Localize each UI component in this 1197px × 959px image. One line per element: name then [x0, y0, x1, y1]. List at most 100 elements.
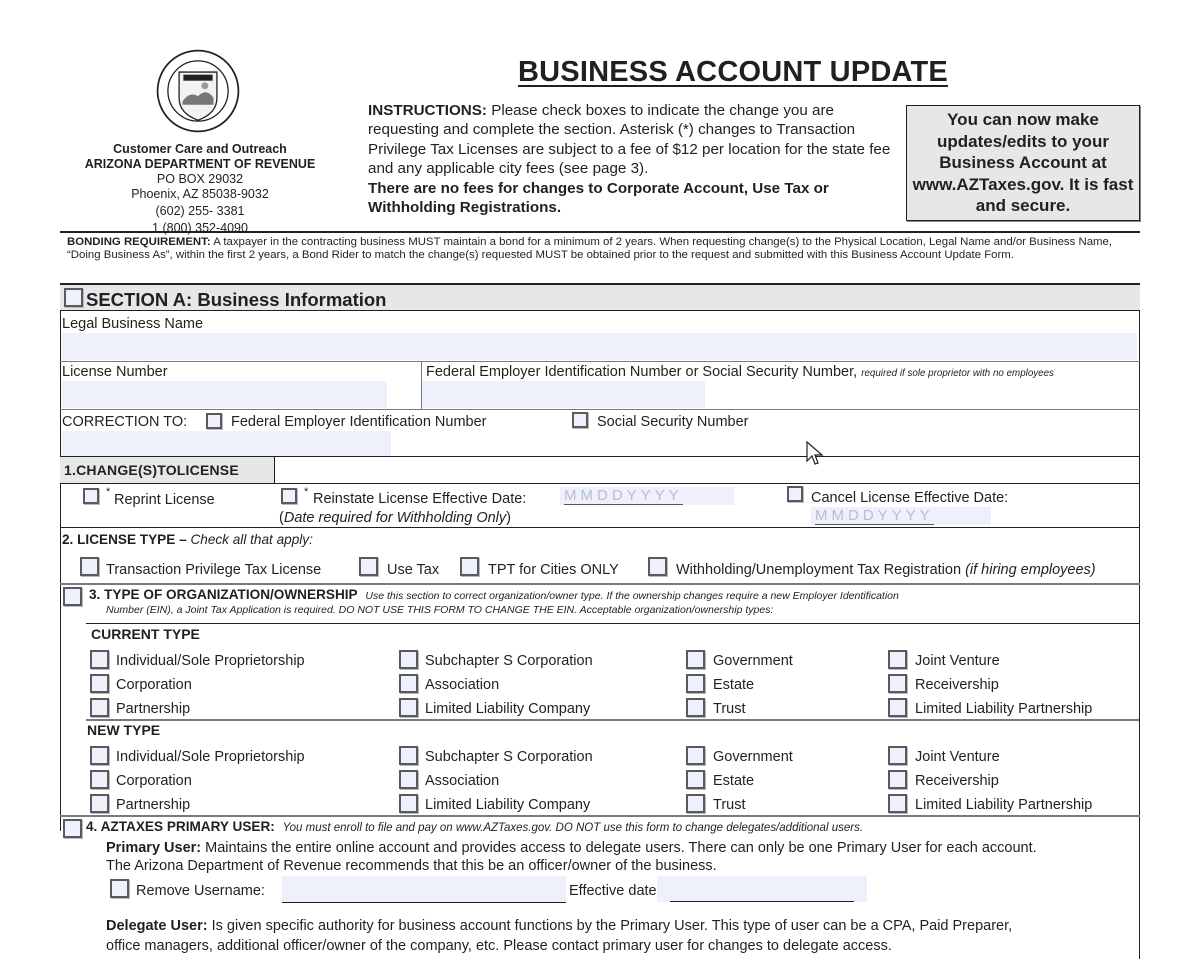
delegate-user-desc-line2: office managers, additional officer/owne…: [106, 938, 892, 954]
reinstate-asterisk: *: [304, 486, 309, 498]
current-type-checkbox[interactable]: [686, 650, 705, 669]
effective-date-input[interactable]: [670, 876, 854, 902]
license-type-heading: 2. LICENSE TYPE – Check all that apply:: [62, 532, 313, 547]
date-placeholder: MMDDYYYY: [815, 507, 934, 525]
delegate-user-text: Is given specific authority for business…: [207, 918, 1013, 934]
fein-ssn-label: Federal Employer Identification Number o…: [426, 364, 1054, 380]
org-name: ARIZONA DEPARTMENT OF REVENUE: [84, 157, 316, 171]
primary-user-label: Primary User:: [106, 840, 202, 856]
license-type-subtitle: Check all that apply:: [190, 532, 313, 547]
new-type-checkbox[interactable]: [399, 746, 418, 765]
change-license-header: 1.CHANGE(S)TOLICENSE: [60, 457, 275, 483]
change-license-title: 1.CHANGE(S)TOLICENSE: [64, 462, 239, 478]
current-type-checkbox[interactable]: [90, 674, 109, 693]
remove-username-label: Remove Username:: [136, 883, 265, 899]
current-type-label: Joint Venture: [915, 653, 1000, 669]
new-type-label: Trust: [713, 797, 746, 813]
new-type-label: Limited Liability Partnership: [915, 797, 1093, 813]
reprint-license-checkbox[interactable]: [83, 488, 99, 504]
new-type-checkbox[interactable]: [90, 746, 109, 765]
tpt-cities-checkbox[interactable]: [460, 557, 479, 576]
form-title: BUSINESS ACCOUNT UPDATE: [518, 56, 948, 88]
current-type-checkbox[interactable]: [90, 698, 109, 717]
current-type-label: CURRENT TYPE: [91, 626, 200, 642]
remove-username-checkbox[interactable]: [110, 879, 129, 898]
delegate-user-label: Delegate User:: [106, 918, 208, 934]
correction-to-label: CORRECTION TO:: [62, 414, 188, 430]
new-type-label: Subchapter S Corporation: [425, 749, 593, 765]
org-phone-local: (602) 255- 3381: [155, 204, 245, 218]
organization-section-checkbox[interactable]: [63, 587, 82, 606]
divider: [60, 409, 1140, 410]
primary-user-section-checkbox[interactable]: [63, 819, 82, 838]
primary-user-title: 4. AZTAXES PRIMARY USER:: [86, 819, 275, 834]
organization-heading: 3. TYPE OF ORGANIZATION/OWNERSHIP Use th…: [89, 587, 899, 602]
current-type-checkbox[interactable]: [399, 698, 418, 717]
tpt-license-checkbox[interactable]: [80, 557, 99, 576]
org-address-line2: Phoenix, AZ 85038-9032: [131, 187, 269, 201]
bonding-label: BONDING REQUIREMENT:: [67, 236, 211, 248]
new-type-checkbox[interactable]: [90, 770, 109, 789]
current-type-checkbox[interactable]: [888, 674, 907, 693]
current-type-checkbox[interactable]: [399, 674, 418, 693]
new-type-checkbox[interactable]: [90, 794, 109, 813]
correction-input[interactable]: [62, 431, 391, 456]
new-type-checkbox[interactable]: [686, 770, 705, 789]
correction-fein-checkbox[interactable]: [206, 413, 222, 429]
cancel-license-checkbox[interactable]: [787, 486, 803, 502]
current-type-label: Association: [425, 677, 500, 693]
license-type-title: 2. LICENSE TYPE –: [62, 532, 187, 547]
current-type-label: Limited Liability Partnership: [915, 701, 1093, 717]
correction-ssn-checkbox[interactable]: [572, 412, 588, 428]
new-type-checkbox[interactable]: [686, 746, 705, 765]
new-type-label: NEW TYPE: [87, 722, 161, 738]
section-a-checkbox[interactable]: [64, 288, 83, 307]
new-type-checkbox[interactable]: [399, 794, 418, 813]
current-type-checkbox[interactable]: [686, 674, 705, 693]
remove-username-input[interactable]: [282, 876, 566, 903]
bonding-text: A taxpayer in the contracting business M…: [67, 236, 1113, 261]
withholding-checkbox[interactable]: [648, 557, 667, 576]
new-type-checkbox[interactable]: [399, 770, 418, 789]
aztaxes-promo-box: You can now make updates/edits to your B…: [906, 105, 1140, 221]
new-type-checkbox[interactable]: [686, 794, 705, 813]
reinstate-date-input[interactable]: MMDDYYYY: [560, 487, 734, 505]
license-number-input[interactable]: [62, 381, 387, 408]
divider: [86, 623, 1139, 624]
paren-close: ): [506, 510, 512, 526]
primary-user-text: Maintains the entire online account and …: [201, 840, 1037, 856]
reprint-license-label: Reprint License: [114, 492, 215, 508]
cancel-license-label: Cancel License Effective Date:: [811, 490, 1009, 506]
new-type-label: Estate: [713, 773, 755, 789]
new-type-checkbox[interactable]: [888, 794, 907, 813]
legal-name-input[interactable]: [62, 333, 1137, 360]
cancel-date-input[interactable]: MMDDYYYY: [811, 507, 991, 525]
tpt-license-label: Transaction Privilege Tax License: [106, 562, 322, 578]
org-phone-tollfree: 1 (800) 352-4090: [152, 221, 248, 235]
primary-user-desc-line2: The Arizona Department of Revenue recomm…: [106, 858, 717, 874]
divider: [60, 527, 1140, 528]
new-type-label: Receivership: [915, 773, 999, 789]
tpt-cities-label: TPT for Cities ONLY: [488, 562, 619, 578]
current-type-checkbox[interactable]: [90, 650, 109, 669]
new-type-label: Association: [425, 773, 500, 789]
current-type-checkbox[interactable]: [888, 650, 907, 669]
use-tax-label: Use Tax: [387, 562, 440, 578]
new-type-checkbox[interactable]: [888, 746, 907, 765]
current-type-checkbox[interactable]: [686, 698, 705, 717]
new-type-checkbox[interactable]: [888, 770, 907, 789]
new-type-label: Joint Venture: [915, 749, 1000, 765]
reinstate-license-label: Reinstate License Effective Date:: [313, 491, 527, 507]
current-type-checkbox[interactable]: [888, 698, 907, 717]
license-number-label: License Number: [62, 364, 168, 380]
current-type-label: Trust: [713, 701, 746, 717]
fein-ssn-input[interactable]: [422, 381, 705, 408]
reinstate-license-checkbox[interactable]: [281, 488, 297, 504]
primary-user-heading: 4. AZTAXES PRIMARY USER: You must enroll…: [86, 819, 863, 834]
divider: [86, 719, 1139, 721]
use-tax-checkbox[interactable]: [359, 557, 378, 576]
current-type-checkbox[interactable]: [399, 650, 418, 669]
correction-ssn-label: Social Security Number: [597, 414, 749, 430]
reinstate-note: (Date required for Withholding Only): [279, 510, 511, 526]
reinstate-note-text: Date required for Withholding Only: [283, 510, 507, 526]
